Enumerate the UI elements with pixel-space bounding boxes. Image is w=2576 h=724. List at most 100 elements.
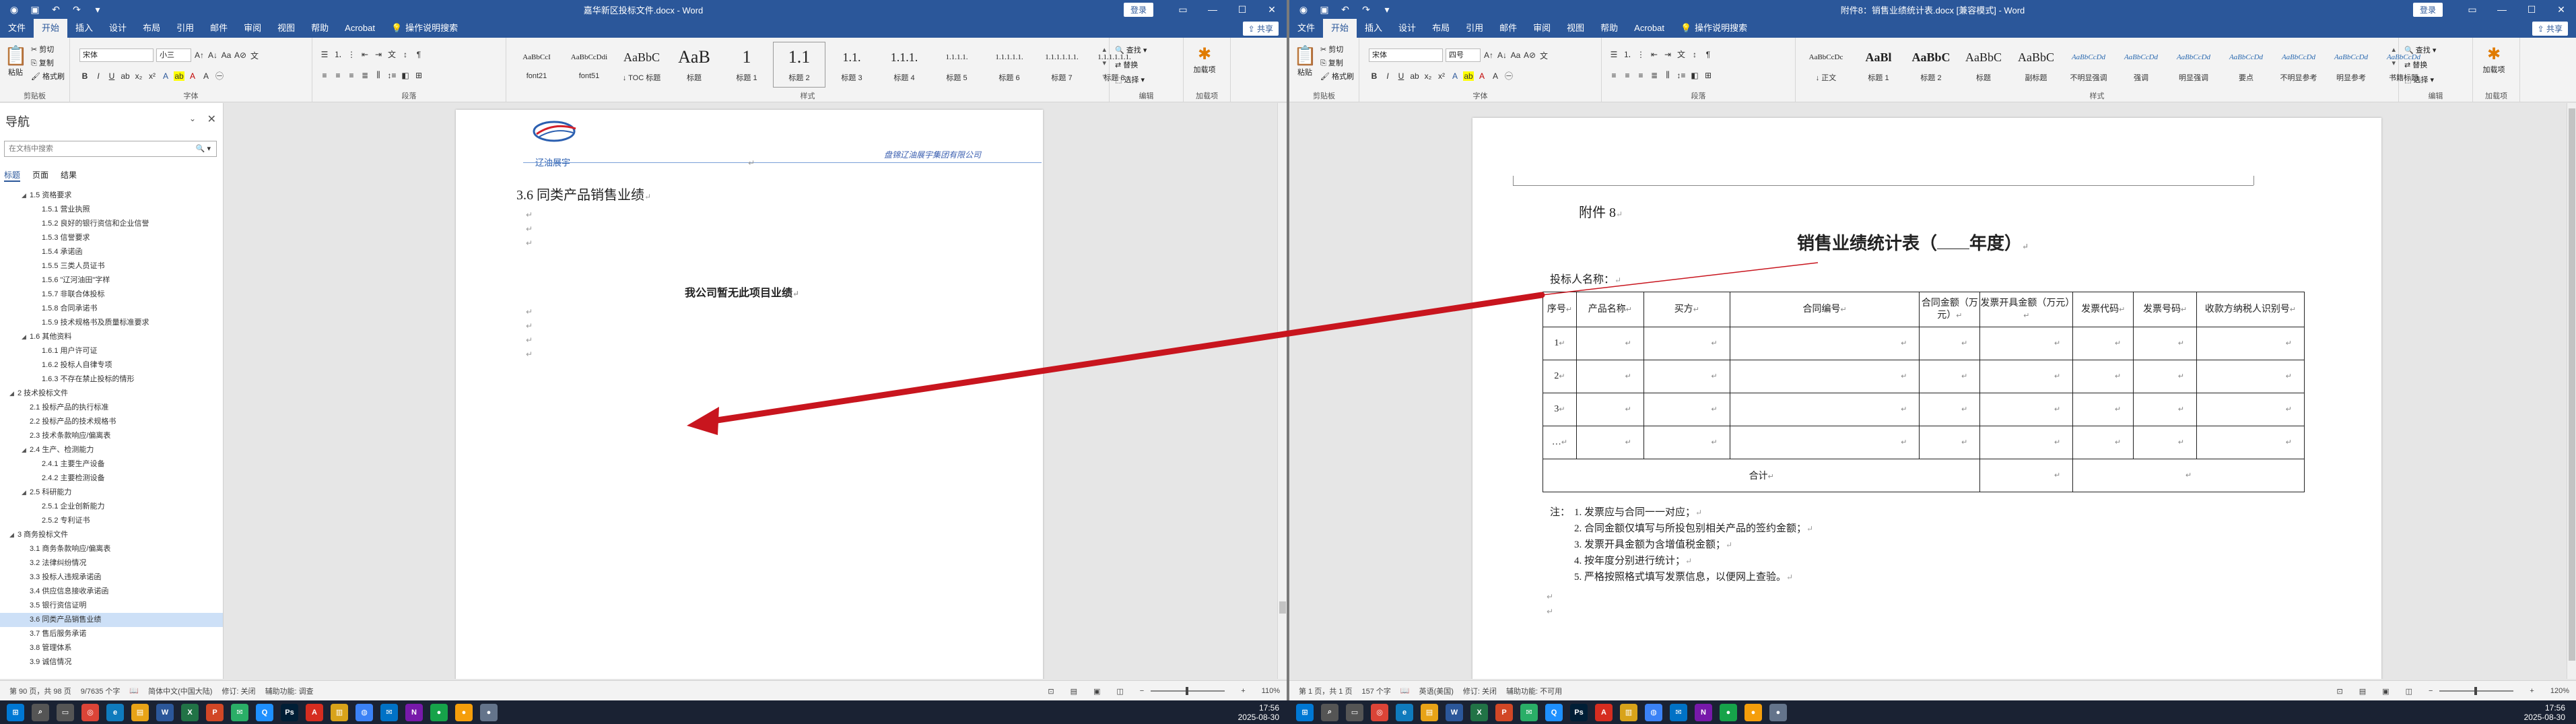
track-changes[interactable]: 修订: 关闭 (222, 686, 255, 696)
outline-item[interactable]: 2.4.2 主要检测设备 (0, 471, 223, 486)
redo-icon[interactable]: ↷ (69, 4, 84, 15)
outline-item[interactable]: 1.5.9 技术规格书及质量标准要求 (0, 316, 223, 330)
highlight-icon[interactable]: ab (174, 71, 184, 81)
tab-home[interactable]: 开始 (34, 19, 68, 38)
search-icon[interactable]: ⌕ (32, 703, 49, 721)
tab-review[interactable]: 审阅 (1525, 19, 1559, 38)
outline-item[interactable]: ◢ 2 技术投标文件 (0, 387, 223, 401)
table-cell[interactable]: ↵ (2133, 393, 2198, 426)
word-count[interactable]: 157 个字 (1361, 686, 1390, 696)
zoom-level[interactable]: 120% (2550, 687, 2569, 695)
style-item[interactable]: AaB 标题 (668, 42, 720, 88)
line-spacing-icon[interactable]: ↕≡ (1676, 71, 1687, 80)
outline-item[interactable]: 1.6.2 投标人自律专项 (0, 358, 223, 372)
browser-icon[interactable]: ◍ (1645, 703, 1662, 721)
start-icon[interactable]: ⊞ (7, 703, 24, 721)
replace-button[interactable]: ⇄ 替换 (2404, 58, 2436, 73)
table-cell[interactable]: ↵ (1575, 426, 1644, 459)
outline-item[interactable]: 1.5.2 良好的银行资信和企业信誉 (0, 217, 223, 231)
table-cell[interactable]: ↵ (2133, 426, 2198, 459)
excel-icon[interactable]: X (1470, 703, 1488, 721)
clear-format-icon[interactable]: A⊘ (234, 51, 246, 60)
style-item[interactable]: AaBbCcDd 明显参考 (2325, 42, 2377, 88)
row-number-cell[interactable]: 1↵ (1543, 327, 1577, 360)
align-left-icon[interactable]: ≡ (319, 71, 330, 80)
font-size-select[interactable]: 四号 (1446, 48, 1481, 62)
tab-file[interactable]: 文件 (1289, 19, 1323, 38)
increase-indent-icon[interactable]: ⇥ (1662, 50, 1673, 59)
tab-references[interactable]: 引用 (168, 19, 202, 38)
enclose-char-icon[interactable]: ㊀ (214, 70, 225, 81)
style-item[interactable]: 1.1.1. 标题 4 (878, 42, 930, 88)
table-cell[interactable]: ↵ (2072, 393, 2134, 426)
note-icon[interactable]: N (1695, 703, 1712, 721)
outline-item[interactable]: 1.5.4 承诺函 (0, 245, 223, 259)
font-size-select[interactable]: 小三 (156, 48, 191, 62)
outline-item[interactable]: 3.1 商务条款响应/偏离表 (0, 542, 223, 556)
format-painter-button[interactable]: 🖌 格式刷 (1320, 70, 1354, 84)
tab-file[interactable]: 文件 (0, 19, 34, 38)
maximize-icon[interactable]: ☐ (2517, 4, 2546, 15)
outline-item[interactable]: 2.2 投标产品的技术规格书 (0, 415, 223, 429)
style-item[interactable]: AaBbCcDd 要点 (2220, 42, 2272, 88)
ribbon-display-icon[interactable]: ▭ (2458, 4, 2487, 15)
search-icon[interactable]: 🔍 ▾ (196, 141, 211, 156)
vertical-scrollbar[interactable] (2567, 103, 2576, 679)
outline-item[interactable]: 2.3 技术条款响应/偏离表 (0, 429, 223, 443)
tab-home[interactable]: 开始 (1323, 19, 1357, 38)
paste-button[interactable]: 📋 粘贴 (4, 44, 28, 77)
enclose-char-icon[interactable]: ㊀ (1503, 70, 1514, 81)
qq-icon[interactable]: Q (256, 703, 273, 721)
tab-acrobat[interactable]: Acrobat (1626, 19, 1672, 38)
style-item[interactable]: AaBbCcDc ↓ 正文 (1800, 42, 1852, 88)
close-icon[interactable]: ✕ (2546, 4, 2576, 15)
total-rest-cell[interactable]: ↵ (2072, 459, 2305, 492)
nav-search-input[interactable]: 在文档中搜索 🔍 ▾ (4, 141, 217, 157)
style-item[interactable]: 1.1. 标题 3 (825, 42, 878, 88)
copy-button[interactable]: ⎘ 复制 (1320, 57, 1354, 70)
phonetic-icon[interactable]: 文 (249, 50, 260, 61)
photoshop-icon[interactable]: Ps (1570, 703, 1588, 721)
tab-help[interactable]: 帮助 (303, 19, 337, 38)
tab-layout[interactable]: 布局 (1424, 19, 1458, 38)
table-cell[interactable]: ↵ (2133, 360, 2198, 393)
nav-tab-headings[interactable]: 标题 (4, 169, 21, 182)
row-number-cell[interactable]: 3↵ (1543, 393, 1577, 426)
sort-icon[interactable]: ↕ (400, 50, 411, 59)
signin-button[interactable]: 登录 (2412, 2, 2443, 17)
outline-item[interactable]: 2.1 投标产品的执行标准 (0, 401, 223, 415)
align-left-icon[interactable]: ≡ (1608, 71, 1619, 80)
phonetic-icon[interactable]: 文 (1538, 50, 1549, 61)
qq-icon[interactable]: Q (1545, 703, 1563, 721)
table-cell[interactable]: ↵ (1979, 360, 2074, 393)
minimize-icon[interactable]: — (2487, 4, 2517, 15)
outline-item[interactable]: 3.4 供应信息接收承诺函 (0, 585, 223, 599)
expand-triangle-icon[interactable]: ◢ (9, 528, 18, 542)
explorer-icon[interactable]: ▤ (1421, 703, 1438, 721)
table-cell[interactable]: ↵ (2196, 327, 2305, 360)
replace-button[interactable]: ⇄ 替换 (1115, 58, 1147, 73)
expand-triangle-icon[interactable]: ◢ (9, 387, 18, 401)
outline-item[interactable]: 3.6 同类产品销售业绩 (0, 613, 223, 627)
photoshop-icon[interactable]: Ps (281, 703, 298, 721)
read-mode-icon[interactable]: ▤ (2359, 687, 2366, 696)
table-cell[interactable]: ↵ (1575, 360, 1644, 393)
read-mode-icon[interactable]: ▤ (1071, 687, 1077, 696)
show-marks-icon[interactable]: ¶ (413, 50, 424, 59)
save-icon[interactable]: ▣ (28, 4, 42, 15)
highlight-icon[interactable]: ab (1463, 71, 1474, 81)
shading-icon[interactable]: ◧ (400, 71, 411, 80)
increase-indent-icon[interactable]: ⇥ (373, 50, 384, 59)
tab-insert[interactable]: 插入 (1357, 19, 1390, 38)
table-cell[interactable]: ↵ (2196, 360, 2305, 393)
shrink-font-icon[interactable]: A↓ (1497, 51, 1507, 60)
align-center-icon[interactable]: ≡ (1622, 71, 1633, 80)
table-cell[interactable]: ↵ (2196, 393, 2305, 426)
table-cell[interactable]: ↵ (1729, 393, 1920, 426)
edge-icon[interactable]: e (106, 703, 124, 721)
table-cell[interactable]: ↵ (1643, 426, 1730, 459)
proofing-icon[interactable]: 📖 (129, 686, 139, 695)
scroll-thumb[interactable] (2569, 108, 2575, 661)
outline-item[interactable]: 3.5 银行资信证明 (0, 599, 223, 613)
edge-icon[interactable]: e (1396, 703, 1413, 721)
